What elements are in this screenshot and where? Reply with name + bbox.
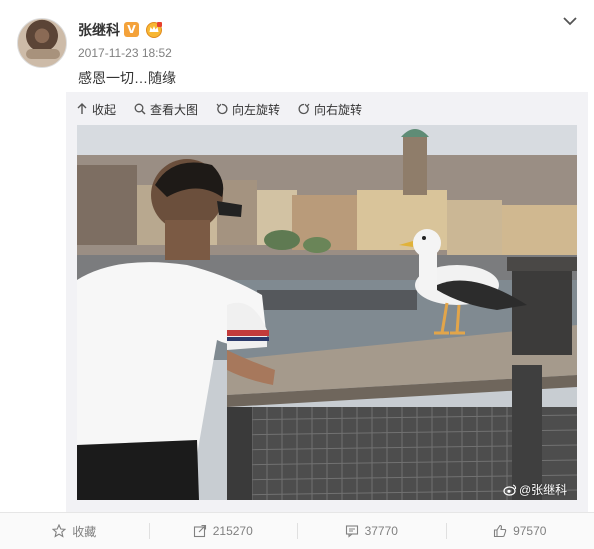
avatar[interactable] <box>17 18 67 68</box>
rotate-right-label: 向右旋转 <box>314 102 363 117</box>
post-header: 张继科 V 2017-11-23 18:52 感恩一切…随缘 <box>0 0 594 92</box>
action-bar: 收藏 215270 37770 97570 <box>0 512 594 549</box>
view-large-button[interactable]: 查看大图 <box>134 100 198 118</box>
watermark-text: @张继科 <box>519 483 568 497</box>
collapse-label: 收起 <box>92 102 117 117</box>
vip-crown-icon <box>146 22 162 38</box>
comment-count: 37770 <box>364 524 398 538</box>
post-text: 感恩一切…随缘 <box>78 70 176 86</box>
rotate-right-button[interactable]: 向右旋转 <box>298 100 362 118</box>
rotate-left-label: 向左旋转 <box>232 102 281 117</box>
comment-button[interactable]: 37770 <box>297 513 446 549</box>
post-photo[interactable] <box>77 125 577 500</box>
username[interactable]: 张继科 <box>78 20 120 40</box>
favorite-button[interactable]: 收藏 <box>0 513 149 549</box>
repost-count: 215270 <box>212 524 253 538</box>
collapse-button[interactable]: 收起 <box>76 100 116 118</box>
rotate-left-icon <box>216 103 228 115</box>
photo-watermark: @张继科 <box>503 481 567 498</box>
comment-icon <box>345 525 358 538</box>
collapse-up-icon <box>77 103 87 114</box>
chevron-down-icon[interactable] <box>561 14 579 28</box>
view-large-label: 查看大图 <box>150 102 199 117</box>
like-count: 97570 <box>513 524 547 538</box>
rotate-right-icon <box>298 103 310 115</box>
like-button[interactable]: 97570 <box>445 513 594 549</box>
repost-button[interactable]: 215270 <box>148 513 298 549</box>
star-icon <box>52 524 67 538</box>
weibo-icon <box>503 483 517 496</box>
photo-illustration <box>77 125 577 500</box>
verified-badge: V <box>124 22 139 37</box>
rotate-left-button[interactable]: 向左旋转 <box>216 100 280 118</box>
post-timestamp[interactable]: 2017-11-23 18:52 <box>78 46 172 60</box>
repost-icon <box>193 524 206 538</box>
favorite-label: 收藏 <box>72 524 97 539</box>
magnifier-icon <box>134 103 146 115</box>
thumbs-up-icon <box>494 524 507 538</box>
media-toolbar: 收起 查看大图 向左旋转 向右旋转 <box>76 100 380 118</box>
